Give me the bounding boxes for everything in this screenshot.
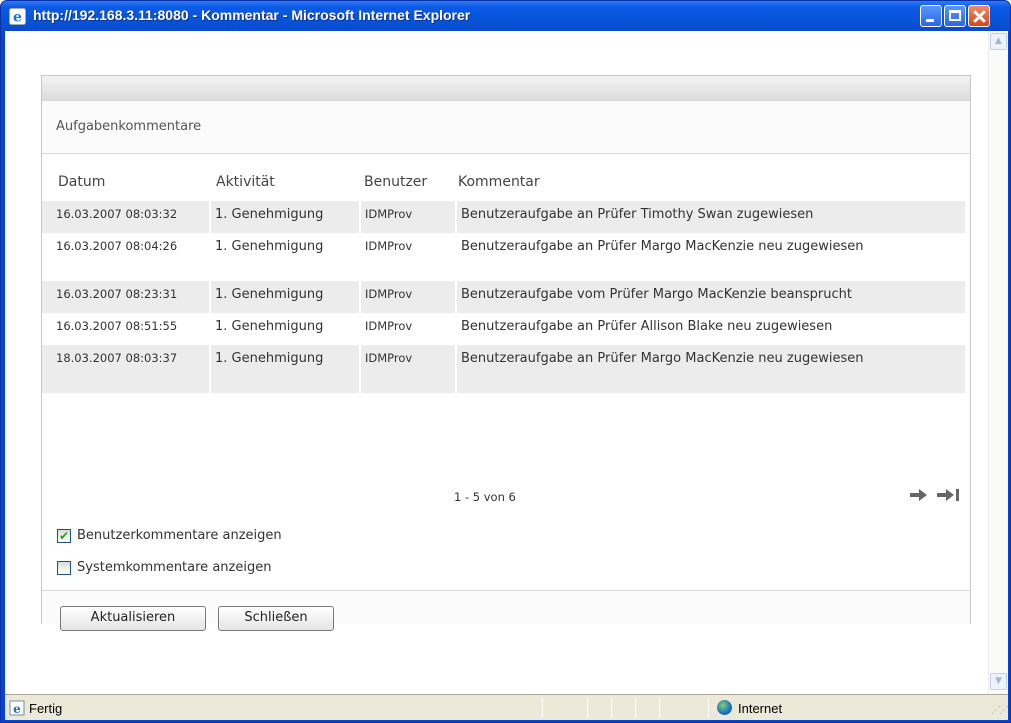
vertical-scrollbar[interactable]: ▲ ▼ [988, 31, 1008, 694]
cell-comment: Benutzeraufgabe vom Prüfer Margo MacKenz… [456, 281, 965, 313]
status-bar: e Fertig Internet ⋰⋰ [5, 694, 1009, 720]
pagination: 1 - 5 von 6 [42, 482, 972, 508]
cell-date: 18.03.2007 08:03:37 [42, 345, 211, 393]
checkbox-unchecked[interactable] [57, 561, 71, 575]
cell-comment: Benutzeraufgabe an Prüfer Margo MacKenzi… [461, 239, 864, 254]
cell-user: IDMProv [360, 281, 457, 313]
cell-activity: 1. Genehmigung [210, 201, 361, 233]
security-zone-label: Internet [738, 701, 783, 716]
table-row: 18.03.2007 08:03:37 1. Genehmigung IDMPr… [42, 345, 965, 393]
page-content: ▲ ▼ Aufgabenkommentare Datum Aktivität B… [5, 31, 1008, 694]
button-bar: Aktualisieren Schließen [42, 590, 970, 631]
maximize-button[interactable] [944, 5, 966, 27]
maximize-icon [949, 10, 961, 21]
cell-date: 16.03.2007 08:04:26 [42, 233, 211, 281]
cell-activity: 1. Genehmigung [210, 345, 361, 393]
table-row: 16.03.2007 08:51:55 1. Genehmigung IDMPr… [42, 313, 965, 345]
close-window-button[interactable] [968, 5, 990, 27]
show-user-comments-label[interactable]: Benutzerkommentare anzeigen [77, 528, 282, 543]
cell-user: IDMProv [360, 345, 457, 393]
cell-activity: 1. Genehmigung [210, 281, 361, 313]
cell-date: 16.03.2007 08:51:55 [42, 313, 211, 345]
checkbox-checked[interactable]: ✔ [57, 529, 71, 543]
pagination-info: 1 - 5 von 6 [454, 490, 516, 504]
column-header-user: Benutzer [364, 174, 428, 190]
table-row: 16.03.2007 08:04:26 1. Genehmigung IDMPr… [42, 233, 965, 281]
cell-activity: 1. Genehmigung [210, 313, 361, 345]
status-text: Fertig [29, 701, 63, 716]
show-user-comments-checkbox[interactable]: ✔ Benutzerkommentare anzeigen [57, 528, 357, 546]
status-divider [611, 698, 612, 718]
cell-date: 16.03.2007 08:23:31 [42, 281, 211, 313]
show-system-comments-checkbox[interactable]: Systemkommentare anzeigen [57, 560, 357, 578]
column-header-comment: Kommentar [458, 174, 540, 190]
status-divider [587, 698, 588, 718]
column-header-activity: Aktivität [216, 174, 275, 190]
cell-date: 16.03.2007 08:03:32 [42, 201, 211, 233]
table-row: 16.03.2007 08:23:31 1. Genehmigung IDMPr… [42, 281, 965, 313]
svg-text:e: e [13, 10, 22, 26]
column-header-date: Datum [58, 174, 106, 190]
comments-panel: Aufgabenkommentare Datum Aktivität Benut… [41, 75, 972, 631]
cell-comment: Benutzeraufgabe an Prüfer Allison Blake … [461, 319, 833, 334]
page-done-icon: e [9, 700, 25, 716]
svg-text:e: e [13, 702, 21, 716]
table-row: 16.03.2007 08:03:32 1. Genehmigung IDMPr… [42, 201, 965, 233]
title-bar[interactable]: e http://192.168.3.11:8080 - Kommentar -… [1, 1, 1010, 31]
close-button[interactable]: Schließen [218, 606, 334, 631]
show-system-comments-label[interactable]: Systemkommentare anzeigen [77, 560, 271, 575]
scroll-up-button[interactable]: ▲ [990, 33, 1007, 50]
resize-grip-icon[interactable]: ⋰⋰ [991, 705, 1009, 716]
internet-zone-globe-icon [717, 700, 732, 715]
scroll-down-button[interactable]: ▼ [990, 673, 1007, 690]
cell-activity: 1. Genehmigung [210, 233, 361, 281]
checkmark-icon: ✔ [59, 529, 70, 543]
panel-header [42, 76, 970, 101]
window-title: http://192.168.3.11:8080 - Kommentar - M… [33, 7, 471, 23]
cell-user: IDMProv [360, 313, 457, 345]
status-divider [659, 698, 660, 718]
panel-title: Aufgabenkommentare [42, 101, 970, 154]
internet-explorer-icon: e [9, 8, 26, 25]
refresh-button[interactable]: Aktualisieren [60, 606, 206, 631]
cell-user: IDMProv [360, 233, 457, 281]
last-page-icon[interactable] [937, 489, 961, 501]
status-divider [635, 698, 636, 718]
comments-table: Datum Aktivität Benutzer Kommentar 16.03… [42, 168, 965, 393]
cell-comment: Benutzeraufgabe an Prüfer Margo MacKenzi… [456, 345, 965, 393]
cell-user: IDMProv [360, 201, 457, 233]
cell-comment: Benutzeraufgabe an Prüfer Timothy Swan z… [456, 201, 965, 233]
status-divider [708, 698, 709, 718]
next-page-icon[interactable] [910, 489, 928, 501]
browser-window: e http://192.168.3.11:8080 - Kommentar -… [0, 0, 1011, 723]
status-divider [542, 698, 543, 718]
minimize-button[interactable] [920, 5, 942, 27]
minimize-icon [926, 19, 934, 22]
